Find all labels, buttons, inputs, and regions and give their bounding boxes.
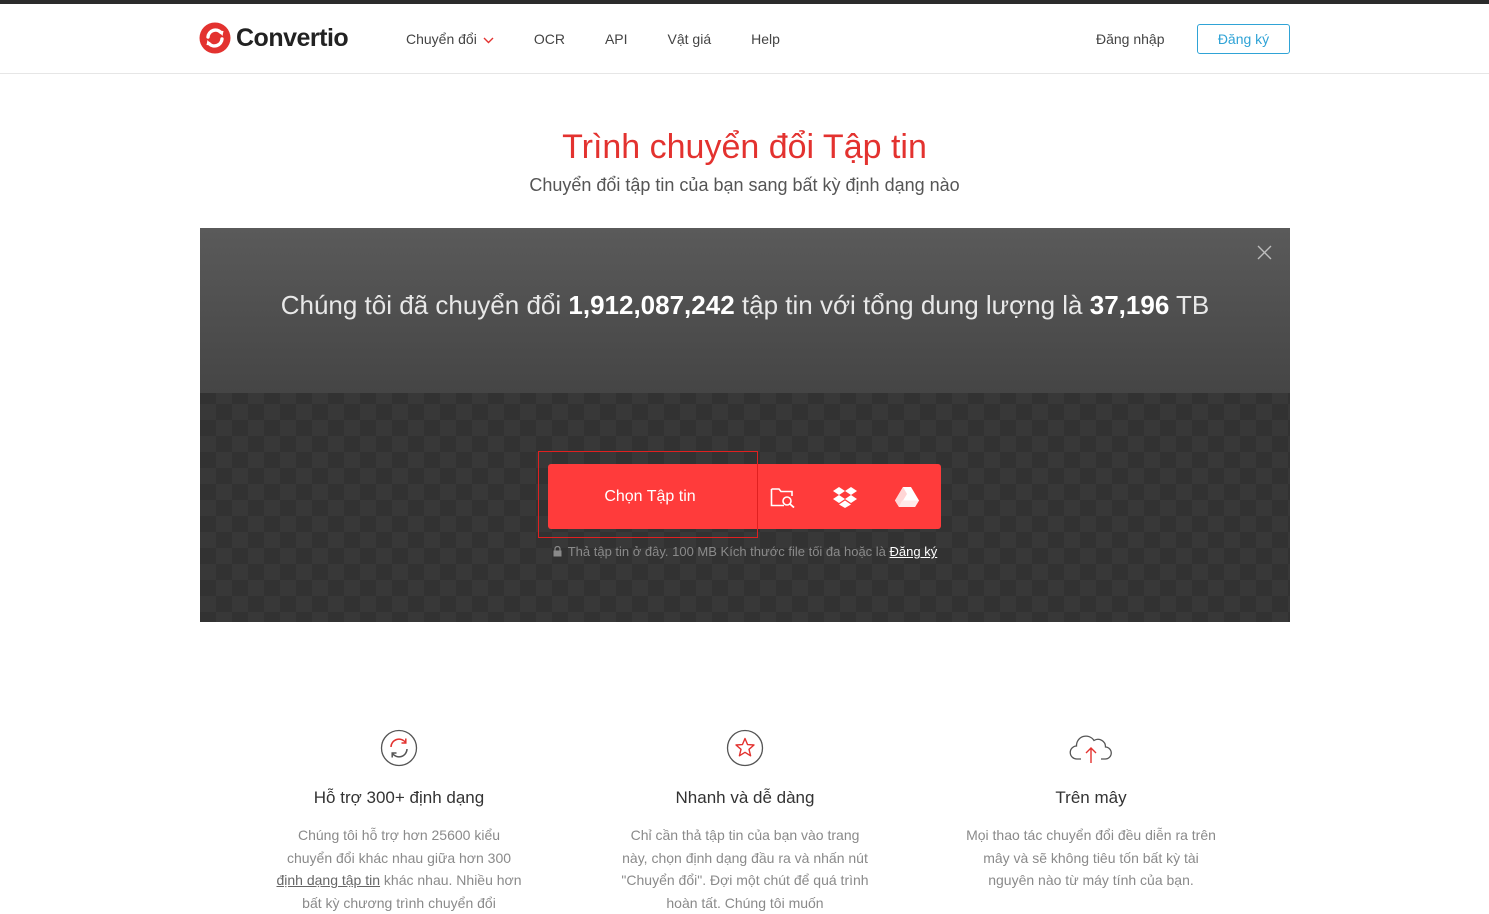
file-formats-link[interactable]: định dạng tập tin [276,872,380,888]
drop-hint-text: Thả tập tin ở đây. 100 MB Kích thước fil… [567,544,886,559]
stats-files-count: 1,912,087,242 [568,290,735,320]
dropbox-icon[interactable] [814,464,876,529]
folder-search-icon[interactable] [752,464,814,529]
upload-panel: Chúng tôi đã chuyển đổi 1,912,087,242 tậ… [200,228,1290,622]
drop-hint: Thả tập tin ở đây. 100 MB Kích thước fil… [200,544,1290,560]
cloud-upload-icon [966,728,1216,768]
page-subtitle: Chuyển đổi tập tin của bạn sang bất kỳ đ… [529,175,960,195]
drop-hint-signup-link[interactable]: Đăng ký [890,544,938,559]
site-header: Convertio Chuyển đổi OCR API Vật giá Hel… [0,4,1489,74]
feature-cloud: Trên mây Mọi thao tác chuyển đổi đều diễ… [966,728,1216,892]
nav-item-pricing[interactable]: Vật giá [668,31,712,47]
upload-button-group: Chọn Tập tin [548,464,941,529]
feature-formats: Hỗ trợ 300+ định dạng Chúng tôi hỗ trợ h… [274,728,524,914]
feature-fast-text: Chỉ cần thả tập tin của bạn vào trang nà… [621,827,869,911]
chevron-down-icon [483,31,494,47]
feature-cloud-title: Trên mây [1055,788,1127,807]
refresh-icon [274,728,524,768]
main-nav: Chuyển đổi OCR API Vật giá Help [406,4,820,74]
signup-button[interactable]: Đăng ký [1197,24,1290,54]
choose-files-button[interactable]: Chọn Tập tin [548,464,752,529]
feature-formats-text-before: Chúng tôi hỗ trợ hơn 25600 kiểu chuyển đ… [286,827,512,866]
stats-middle: tập tin với tổng dung lượng là [741,290,1083,320]
feature-fast: Nhanh và dễ dàng Chỉ cần thả tập tin của… [620,728,870,914]
page-title: Trình chuyển đổi Tập tin [562,128,927,166]
nav-item-help[interactable]: Help [751,31,780,47]
star-icon [620,728,870,768]
nav-item-ocr[interactable]: OCR [534,31,565,47]
nav-item-api[interactable]: API [605,31,628,47]
lock-icon [553,545,562,560]
stats-prefix: Chúng tôi đã chuyển đổi [280,290,562,320]
login-link[interactable]: Đăng nhập [1096,31,1165,47]
logo-text: Convertio [236,23,349,52]
feature-formats-title: Hỗ trợ 300+ định dạng [313,788,485,807]
logo[interactable]: Convertio [199,22,349,54]
feature-fast-title: Nhanh và dễ dàng [675,788,815,807]
conversion-stats: Chúng tôi đã chuyển đổi 1,912,087,242 tậ… [200,290,1290,321]
nav-item-convert[interactable]: Chuyển đổi [406,31,494,47]
stats-banner: Chúng tôi đã chuyển đổi 1,912,087,242 tậ… [200,228,1290,393]
convertio-logo-icon [199,22,231,54]
close-icon[interactable] [1257,245,1272,265]
stats-total-size: 37,196 [1089,290,1170,320]
feature-cloud-text: Mọi thao tác chuyển đổi đều diễn ra trên… [966,827,1216,888]
nav-item-convert-label: Chuyển đổi [406,31,477,47]
feature-formats-text: Chúng tôi hỗ trợ hơn 25600 kiểu chuyển đ… [274,824,524,914]
stats-unit: TB [1176,290,1210,320]
google-drive-icon[interactable] [876,464,938,529]
